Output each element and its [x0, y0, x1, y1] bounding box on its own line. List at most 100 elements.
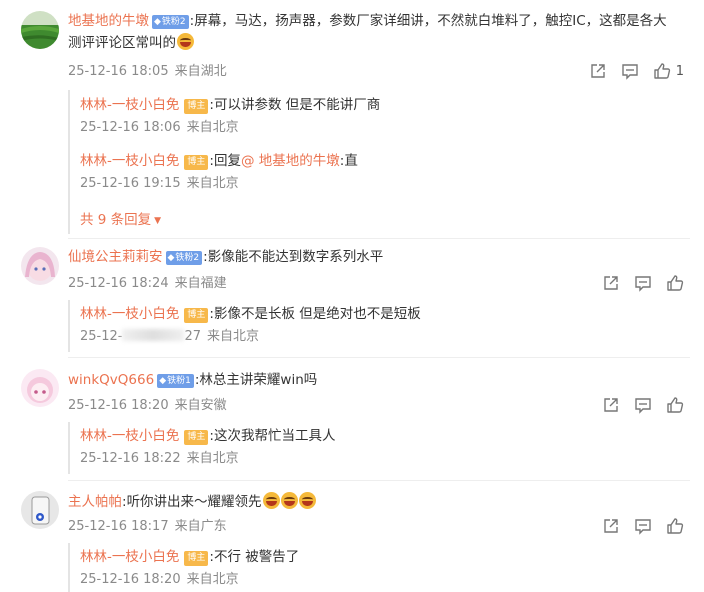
fan-badge[interactable]: ◆铁粉1: [157, 374, 194, 388]
like-count: 1: [675, 63, 684, 79]
comment-time: 25-12-16 18:17: [68, 519, 169, 534]
mention-link[interactable]: @ 地基地的牛墩: [241, 153, 340, 169]
reply-username[interactable]: 林林-一枝小白免: [80, 549, 179, 565]
comment-text: 林总主讲荣耀win吗: [199, 372, 318, 388]
reply-location: 来自北京: [207, 329, 260, 344]
fan-badge-label: 铁粉1: [167, 376, 191, 386]
comment-body: 地基地的牛墩 ◆铁粉2:屏幕，马达，扬声器，参数厂家详细讲，不然就白堆料了，触控I…: [68, 10, 668, 54]
anime-girl-avatar-icon: [21, 247, 59, 285]
more-replies-label: 共 9 条回复: [80, 212, 152, 228]
comment-meta: 25-12-16 18:17 来自广东: [68, 518, 227, 536]
comment-actions: 1: [589, 62, 684, 80]
reply-item: 林林-一枝小白免 博主:不行 被警告了 25-12-16 18:20 来自北京: [80, 546, 680, 589]
reply-username[interactable]: 林林-一枝小白免: [80, 306, 179, 322]
comment-button[interactable]: [634, 274, 652, 292]
reply-time-start: 25-12-: [80, 329, 123, 344]
share-button[interactable]: [602, 517, 620, 535]
grin-emoji-icon: [177, 33, 194, 50]
reply-username[interactable]: 林林-一枝小白免: [80, 97, 179, 113]
grin-emoji-icon: [298, 492, 316, 509]
comment-time: 25-12-16 18:20: [68, 398, 169, 413]
comment-username[interactable]: 仙境公主莉莉安: [68, 249, 163, 265]
like-button[interactable]: [666, 517, 684, 535]
comment-username[interactable]: 主人帕帕: [68, 494, 122, 510]
host-badge: 博主: [184, 99, 209, 114]
fan-badge-label: 铁粉2: [175, 253, 200, 263]
phone-avatar-icon: [21, 491, 59, 529]
like-button[interactable]: [666, 274, 684, 292]
comment-time: 25-12-16 18:05: [68, 64, 169, 79]
comment-meta: 25-12-16 18:20 来自安徽: [68, 397, 227, 415]
fan-badge[interactable]: ◆铁粉2: [152, 15, 189, 29]
host-badge: 博主: [184, 430, 209, 445]
reply-time: 25-12-16 18:06: [80, 120, 181, 135]
host-badge: 博主: [184, 551, 209, 566]
reply-list: 林林-一枝小白免 博主:不行 被警告了 25-12-16 18:20 来自北京: [68, 543, 686, 592]
comment-location: 来自湖北: [174, 64, 227, 79]
comment-body: 主人帕帕:听你讲出来～耀耀领先: [68, 491, 668, 513]
avatar[interactable]: [21, 369, 59, 407]
share-icon: [604, 519, 618, 533]
comment-text: 影像能不能达到数字系列水平: [207, 249, 384, 265]
reply-item: 林林-一枝小白免 博主:这次我帮忙当工具人 25-12-16 18:22 来自北京: [80, 425, 680, 468]
diamond-icon: ◆: [154, 17, 161, 27]
comment-location: 来自广东: [174, 519, 227, 534]
green-field-avatar-icon: [21, 11, 59, 49]
avatar[interactable]: [21, 491, 59, 529]
comment-body: winkQvQ666 ◆铁粉1:林总主讲荣耀win吗: [68, 369, 668, 391]
comment-time: 25-12-16 18:24: [68, 276, 169, 291]
thumbs-up-icon: [667, 275, 684, 291]
reply-time: 25-12-16 18:22: [80, 451, 181, 466]
reply-location: 来自北京: [186, 572, 239, 587]
comment-location: 来自福建: [174, 276, 227, 291]
more-replies-link[interactable]: 共 9 条回复 ▼: [80, 208, 161, 228]
reply-list: 林林-一枝小白免 博主:可以讲参数 但是不能讲厂商 25-12-16 18:06 来…: [68, 90, 686, 234]
diamond-icon: ◆: [167, 253, 175, 263]
comment-button[interactable]: [634, 396, 652, 414]
share-icon: [604, 276, 618, 290]
thumbs-up-icon: [667, 397, 684, 413]
reply-location: 来自北京: [186, 451, 239, 466]
share-icon: [591, 64, 605, 78]
avatar[interactable]: [21, 247, 59, 285]
comment-button[interactable]: [621, 62, 639, 80]
avatar[interactable]: [21, 11, 59, 49]
host-badge: 博主: [184, 155, 209, 170]
comment-actions: [602, 517, 684, 535]
like-button[interactable]: 1: [653, 62, 684, 80]
divider: [68, 238, 690, 239]
share-button[interactable]: [589, 62, 607, 80]
comment-button[interactable]: [634, 517, 652, 535]
divider: [68, 480, 690, 481]
divider: [68, 357, 690, 358]
comment-username[interactable]: 地基地的牛墩: [68, 13, 149, 29]
comment-actions: [602, 274, 684, 292]
share-button[interactable]: [602, 396, 620, 414]
diamond-icon: ◆: [159, 376, 167, 386]
share-icon: [604, 398, 618, 412]
reply-text: 这次我帮忙当工具人: [213, 428, 336, 444]
comment-icon: [635, 398, 651, 414]
fan-badge[interactable]: ◆铁粉2: [165, 251, 203, 265]
like-button[interactable]: [666, 396, 684, 414]
reply-item: 林林-一枝小白免 博主:回复@ 地基地的牛墩:直 25-12-16 19:15 来自…: [80, 150, 680, 193]
blurred-region: [122, 329, 185, 341]
fan-badge-label: 铁粉2: [161, 17, 186, 27]
reply-text: 直: [344, 153, 358, 169]
reply-username[interactable]: 林林-一枝小白免: [80, 153, 179, 169]
comment-location: 来自安徽: [174, 398, 227, 413]
reply-location: 来自北京: [186, 176, 239, 191]
thumbs-up-icon: [667, 518, 684, 534]
share-button[interactable]: [602, 274, 620, 292]
reply-username[interactable]: 林林-一枝小白免: [80, 428, 179, 444]
reply-text: 可以讲参数 但是不能讲厂商: [213, 97, 381, 113]
comment-actions: [602, 396, 684, 414]
comment-username[interactable]: winkQvQ666: [68, 372, 154, 388]
reply-item: 林林-一枝小白免 博主:影像不是长板 但是绝对也不是短板 25-12- 27 来自北京: [80, 303, 680, 346]
reply-time: 25-12-16 19:15: [80, 176, 181, 191]
comment-text: 听你讲出来～耀耀领先: [126, 494, 262, 510]
grin-emoji-icon: [280, 492, 298, 509]
thumbs-up-icon: [654, 63, 670, 79]
reply-location: 来自北京: [186, 120, 239, 135]
comment-body: 仙境公主莉莉安 ◆铁粉2:影像能不能达到数字系列水平: [68, 246, 668, 268]
